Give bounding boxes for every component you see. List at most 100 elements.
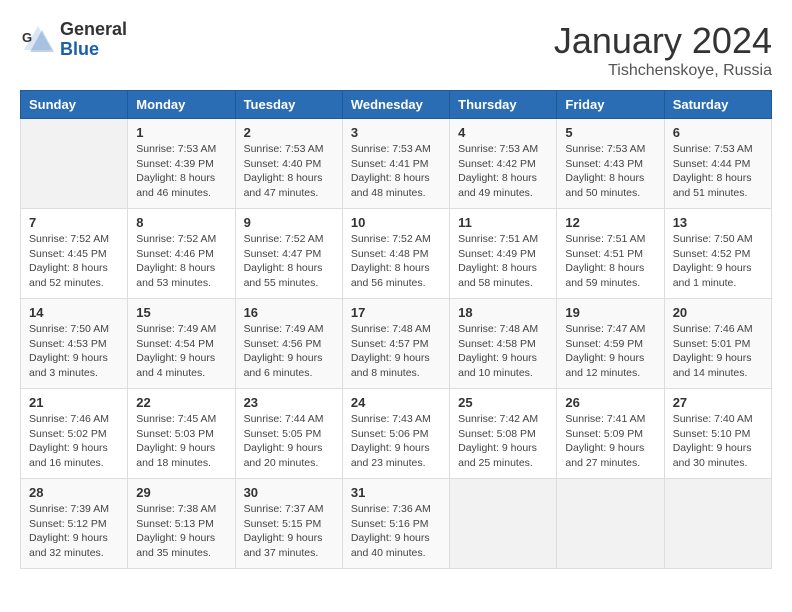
header-thursday: Thursday [450,91,557,119]
day-cell: 15 Sunrise: 7:49 AMSunset: 4:54 PMDayligh… [128,299,235,389]
header-monday: Monday [128,91,235,119]
day-info: Sunrise: 7:50 AMSunset: 4:52 PMDaylight:… [673,232,763,291]
day-info: Sunrise: 7:40 AMSunset: 5:10 PMDaylight:… [673,412,763,471]
logo: G General Blue [20,20,127,60]
day-number: 11 [458,215,548,230]
day-cell: 20Sunrise: 7:46 AMSunset: 5:01 PMDayligh… [664,299,771,389]
day-cell: 7Sunrise: 7:52 AMSunset: 4:45 PMDaylight… [21,209,128,299]
day-info: Sunrise: 7:53 AMSunset: 4:39 PMDaylight:… [136,142,226,201]
week-row-0: 1 Sunrise: 7:53 AMSunset: 4:39 PMDaylight… [21,119,772,209]
day-cell: 16Sunrise: 7:49 AMSunset: 4:56 PMDayligh… [235,299,342,389]
day-number: 9 [244,215,334,230]
day-number: 29 [136,485,226,500]
day-cell: 18 Sunrise: 7:48 AMSunset: 4:58 PMDayligh… [450,299,557,389]
day-cell: 5 Sunrise: 7:53 AMSunset: 4:43 PMDaylight… [557,119,664,209]
day-number: 6 [673,125,763,140]
day-cell: 28 Sunrise: 7:39 AMSunset: 5:12 PMDayligh… [21,479,128,569]
day-info: Sunrise: 7:41 AMSunset: 5:09 PMDaylight:… [565,412,655,471]
day-info: Sunrise: 7:49 AMSunset: 4:54 PMDaylight:… [136,322,226,381]
day-info: Sunrise: 7:51 AMSunset: 4:49 PMDaylight:… [458,232,548,291]
day-number: 14 [29,305,119,320]
day-number: 8 [136,215,226,230]
logo-text: General Blue [60,20,127,60]
day-info: Sunrise: 7:53 AMSunset: 4:41 PMDaylight:… [351,142,441,201]
day-cell: 10 Sunrise: 7:52 AMSunset: 4:48 PMDayligh… [342,209,449,299]
day-cell: 8Sunrise: 7:52 AMSunset: 4:46 PMDaylight… [128,209,235,299]
day-cell: 12 Sunrise: 7:51 AMSunset: 4:51 PMDayligh… [557,209,664,299]
day-info: Sunrise: 7:42 AMSunset: 5:08 PMDaylight:… [458,412,548,471]
day-cell: 11 Sunrise: 7:51 AMSunset: 4:49 PMDayligh… [450,209,557,299]
day-number: 31 [351,485,441,500]
day-info: Sunrise: 7:53 AMSunset: 4:43 PMDaylight:… [565,142,655,201]
page-header: G General Blue January 2024 Tishchenskoy… [20,20,772,80]
day-number: 18 [458,305,548,320]
day-info: Sunrise: 7:47 AMSunset: 4:59 PMDaylight:… [565,322,655,381]
day-info: Sunrise: 7:44 AMSunset: 5:05 PMDaylight:… [244,412,334,471]
day-number: 23 [244,395,334,410]
day-info: Sunrise: 7:45 AMSunset: 5:03 PMDaylight:… [136,412,226,471]
day-number: 21 [29,395,119,410]
day-info: Sunrise: 7:53 AMSunset: 4:44 PMDaylight:… [673,142,763,201]
day-info: Sunrise: 7:53 AMSunset: 4:40 PMDaylight:… [244,142,334,201]
day-number: 12 [565,215,655,230]
day-cell [664,479,771,569]
day-cell: 9 Sunrise: 7:52 AMSunset: 4:47 PMDaylight… [235,209,342,299]
logo-icon: G [20,22,56,58]
day-number: 2 [244,125,334,140]
day-number: 25 [458,395,548,410]
logo-general: General [60,20,127,40]
day-cell: 21 Sunrise: 7:46 AMSunset: 5:02 PMDayligh… [21,389,128,479]
day-cell: 2 Sunrise: 7:53 AMSunset: 4:40 PMDaylight… [235,119,342,209]
calendar-body: 1 Sunrise: 7:53 AMSunset: 4:39 PMDaylight… [21,119,772,569]
day-number: 17 [351,305,441,320]
day-cell: 26 Sunrise: 7:41 AMSunset: 5:09 PMDayligh… [557,389,664,479]
week-row-4: 28 Sunrise: 7:39 AMSunset: 5:12 PMDayligh… [21,479,772,569]
day-info: Sunrise: 7:37 AMSunset: 5:15 PMDaylight:… [244,502,334,561]
header-row: Sunday Monday Tuesday Wednesday Thursday… [21,91,772,119]
day-info: Sunrise: 7:52 AMSunset: 4:48 PMDaylight:… [351,232,441,291]
day-info: Sunrise: 7:43 AMSunset: 5:06 PMDaylight:… [351,412,441,471]
day-number: 13 [673,215,763,230]
day-cell: 29 Sunrise: 7:38 AMSunset: 5:13 PMDayligh… [128,479,235,569]
day-number: 4 [458,125,548,140]
day-number: 5 [565,125,655,140]
day-number: 10 [351,215,441,230]
day-number: 27 [673,395,763,410]
day-number: 1 [136,125,226,140]
header-saturday: Saturday [664,91,771,119]
day-cell: 25 Sunrise: 7:42 AMSunset: 5:08 PMDayligh… [450,389,557,479]
day-info: Sunrise: 7:39 AMSunset: 5:12 PMDaylight:… [29,502,119,561]
day-info: Sunrise: 7:48 AMSunset: 4:57 PMDaylight:… [351,322,441,381]
day-number: 15 [136,305,226,320]
day-info: Sunrise: 7:51 AMSunset: 4:51 PMDaylight:… [565,232,655,291]
day-cell: 19 Sunrise: 7:47 AMSunset: 4:59 PMDayligh… [557,299,664,389]
day-info: Sunrise: 7:52 AMSunset: 4:47 PMDaylight:… [244,232,334,291]
day-cell: 17 Sunrise: 7:48 AMSunset: 4:57 PMDayligh… [342,299,449,389]
day-cell: 30Sunrise: 7:37 AMSunset: 5:15 PMDayligh… [235,479,342,569]
day-cell: 3Sunrise: 7:53 AMSunset: 4:41 PMDaylight… [342,119,449,209]
day-cell: 22Sunrise: 7:45 AMSunset: 5:03 PMDayligh… [128,389,235,479]
day-cell: 4Sunrise: 7:53 AMSunset: 4:42 PMDaylight… [450,119,557,209]
day-info: Sunrise: 7:46 AMSunset: 5:01 PMDaylight:… [673,322,763,381]
calendar-header: Sunday Monday Tuesday Wednesday Thursday… [21,91,772,119]
day-info: Sunrise: 7:50 AMSunset: 4:53 PMDaylight:… [29,322,119,381]
location: Tishchenskoye, Russia [554,62,772,80]
day-number: 26 [565,395,655,410]
svg-text:G: G [22,30,32,45]
week-row-3: 21 Sunrise: 7:46 AMSunset: 5:02 PMDayligh… [21,389,772,479]
day-info: Sunrise: 7:38 AMSunset: 5:13 PMDaylight:… [136,502,226,561]
day-number: 28 [29,485,119,500]
calendar-table: Sunday Monday Tuesday Wednesday Thursday… [20,90,772,569]
day-cell: 6 Sunrise: 7:53 AMSunset: 4:44 PMDaylight… [664,119,771,209]
week-row-1: 7Sunrise: 7:52 AMSunset: 4:45 PMDaylight… [21,209,772,299]
day-cell: 1 Sunrise: 7:53 AMSunset: 4:39 PMDaylight… [128,119,235,209]
header-sunday: Sunday [21,91,128,119]
header-tuesday: Tuesday [235,91,342,119]
day-info: Sunrise: 7:36 AMSunset: 5:16 PMDaylight:… [351,502,441,561]
day-cell [557,479,664,569]
day-cell: 24Sunrise: 7:43 AMSunset: 5:06 PMDayligh… [342,389,449,479]
day-info: Sunrise: 7:48 AMSunset: 4:58 PMDaylight:… [458,322,548,381]
day-number: 19 [565,305,655,320]
day-info: Sunrise: 7:46 AMSunset: 5:02 PMDaylight:… [29,412,119,471]
day-cell: 13 Sunrise: 7:50 AMSunset: 4:52 PMDayligh… [664,209,771,299]
